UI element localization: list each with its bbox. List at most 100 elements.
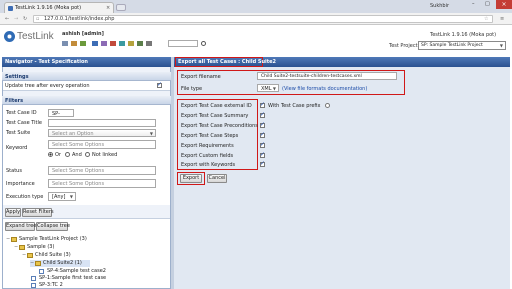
- tree-item-label: Child Suite2 (1): [43, 260, 82, 266]
- close-window-icon[interactable]: ×: [496, 0, 512, 9]
- folder-icon: [27, 253, 33, 258]
- back-icon[interactable]: ←: [5, 16, 9, 22]
- browser-menu-icon[interactable]: ≡: [500, 16, 504, 22]
- execution-type-label: Execution type: [6, 194, 44, 200]
- keyword-label: Keyword: [6, 145, 28, 151]
- tab-close-icon[interactable]: ×: [106, 5, 110, 11]
- expand-label: Expand tree: [6, 223, 37, 229]
- checkmark-icon: ✓: [260, 101, 266, 108]
- test-suite-select[interactable]: Select an Option ▼: [48, 129, 156, 137]
- keyword-multiselect[interactable]: Select Some Options: [48, 140, 156, 149]
- forward-icon[interactable]: →: [14, 16, 18, 22]
- tree-item-label: SP-4:Sample test case2: [47, 268, 106, 274]
- folder-icon: [35, 261, 41, 266]
- reload-icon[interactable]: ↻: [23, 16, 27, 22]
- or-radio[interactable]: [48, 152, 53, 157]
- users-icon[interactable]: [137, 41, 143, 46]
- dropdown-arrow-icon: ▼: [69, 194, 73, 199]
- browser-tab[interactable]: TestLink 1.9.16 (Moka pot) ×: [4, 2, 114, 13]
- settings-body: Update tree after every operation ✓: [3, 81, 170, 91]
- project-select-value: SP: Sample TestLink Project: [421, 43, 483, 48]
- desktop-icon[interactable]: [62, 41, 68, 46]
- filters-title: Filters: [5, 98, 24, 104]
- and-radio[interactable]: [65, 152, 70, 157]
- tree-node-project[interactable]: − Sample TestLink Project (3): [6, 236, 156, 243]
- collapse-label: Collapse tree: [37, 223, 70, 229]
- or-label: Or: [55, 152, 61, 158]
- tree-item-label: SP-3:TC 2: [39, 282, 63, 288]
- importance-multiselect[interactable]: Select Some Options: [48, 179, 156, 188]
- test-suite-placeholder: Select an Option: [52, 131, 94, 137]
- profile-icon[interactable]: [71, 41, 77, 46]
- with-prefix-checkbox[interactable]: [325, 103, 330, 108]
- tree-item-label: SP-1:Sample first test case: [39, 275, 107, 281]
- tree-node-suite[interactable]: − Child Suite (3): [22, 252, 172, 259]
- apply-button[interactable]: Apply: [5, 208, 21, 217]
- export-filename-input[interactable]: Child Suite2-testsuite-children-testcase…: [257, 72, 397, 80]
- update-tree-label: Update tree after every operation: [5, 83, 90, 89]
- bookmark-star-icon[interactable]: ☆: [484, 16, 488, 22]
- export-button[interactable]: Export: [180, 174, 202, 183]
- maximize-icon[interactable]: □: [485, 1, 490, 7]
- header-user: ashish [admin]: [62, 31, 104, 37]
- settings-gear-icon[interactable]: [146, 41, 152, 46]
- url-text: 127.0.0.1/testlink/index.php: [44, 16, 115, 22]
- dropdown-arrow-icon: ▼: [149, 131, 153, 136]
- specification-icon[interactable]: [92, 41, 98, 46]
- tc-id-label: Test Case ID: [6, 110, 37, 116]
- tree-node-suite-selected[interactable]: − Child Suite2 (1): [30, 260, 90, 267]
- not-linked-label: Not linked: [92, 152, 118, 158]
- file-formats-link[interactable]: (View file formats documentation): [282, 86, 367, 92]
- logout-icon[interactable]: [80, 41, 86, 46]
- events-icon[interactable]: [128, 41, 134, 46]
- search-icon[interactable]: [201, 41, 206, 46]
- tc-title-input[interactable]: [48, 119, 156, 127]
- option-label: Export Test Case Summary: [181, 113, 249, 119]
- checkmark-icon: ✓: [157, 81, 163, 88]
- reports-icon[interactable]: [119, 41, 125, 46]
- project-select[interactable]: SP: Sample TestLink Project ▼: [418, 41, 506, 50]
- tc-id-input[interactable]: SP-: [48, 109, 74, 117]
- window-controls: – □ ×: [468, 0, 512, 9]
- testcase-icon: [31, 276, 36, 281]
- cancel-button[interactable]: Cancel: [207, 174, 227, 183]
- file-type-select[interactable]: XML ▼: [257, 84, 279, 92]
- tc-title-label: Test Case Title: [6, 120, 42, 126]
- checkmark-icon: ✓: [260, 160, 266, 167]
- collapse-toggle-icon[interactable]: −: [30, 260, 34, 266]
- header-search-input[interactable]: [168, 40, 198, 47]
- new-tab-button[interactable]: [116, 4, 126, 11]
- header-icon-bar: [62, 40, 302, 48]
- testcase-icon: [39, 269, 44, 274]
- filters-header[interactable]: Filters: [2, 96, 171, 105]
- checkmark-icon: ✓: [260, 141, 266, 148]
- execution-icon[interactable]: [110, 41, 116, 46]
- not-linked-radio[interactable]: [85, 152, 90, 157]
- tree-node-testcase[interactable]: SP-1:Sample first test case: [30, 275, 160, 282]
- tree-node-testcase[interactable]: SP-4:Sample test case2: [38, 268, 158, 275]
- requirements-icon[interactable]: [101, 41, 107, 46]
- tree-node-testcase[interactable]: SP-3:TC 2: [30, 282, 160, 289]
- collapse-tree-button[interactable]: Collapse tree: [36, 222, 70, 231]
- testlink-logo[interactable]: TestLink: [3, 28, 58, 46]
- address-bar[interactable]: ▫ 127.0.0.1/testlink/index.php ☆: [33, 15, 493, 23]
- apply-label: Apply: [6, 209, 21, 215]
- importance-label: Importance: [6, 181, 35, 187]
- collapse-toggle-icon[interactable]: −: [6, 236, 10, 242]
- settings-header[interactable]: Settings: [2, 72, 171, 81]
- option-label: Export with Keywords: [181, 162, 236, 168]
- status-multiselect[interactable]: Select Some Options: [48, 166, 156, 175]
- collapse-toggle-icon[interactable]: −: [14, 244, 18, 250]
- reset-filters-button[interactable]: Reset Filters: [22, 208, 54, 217]
- tc-id-value: SP-: [52, 111, 60, 117]
- tree-node-suite[interactable]: − Sample (3): [14, 244, 164, 251]
- file-type-value: XML: [261, 86, 272, 92]
- collapse-toggle-icon[interactable]: −: [22, 252, 26, 258]
- execution-type-select[interactable]: [Any] ▼: [48, 192, 76, 201]
- with-prefix-label: With Test Case prefix: [268, 103, 321, 109]
- dropdown-arrow-icon: ▼: [499, 43, 503, 48]
- tree-item-label: Child Suite (3): [35, 252, 71, 258]
- and-label: And: [72, 152, 82, 158]
- expand-tree-button[interactable]: Expand tree: [5, 222, 37, 231]
- minimize-icon[interactable]: –: [472, 1, 475, 7]
